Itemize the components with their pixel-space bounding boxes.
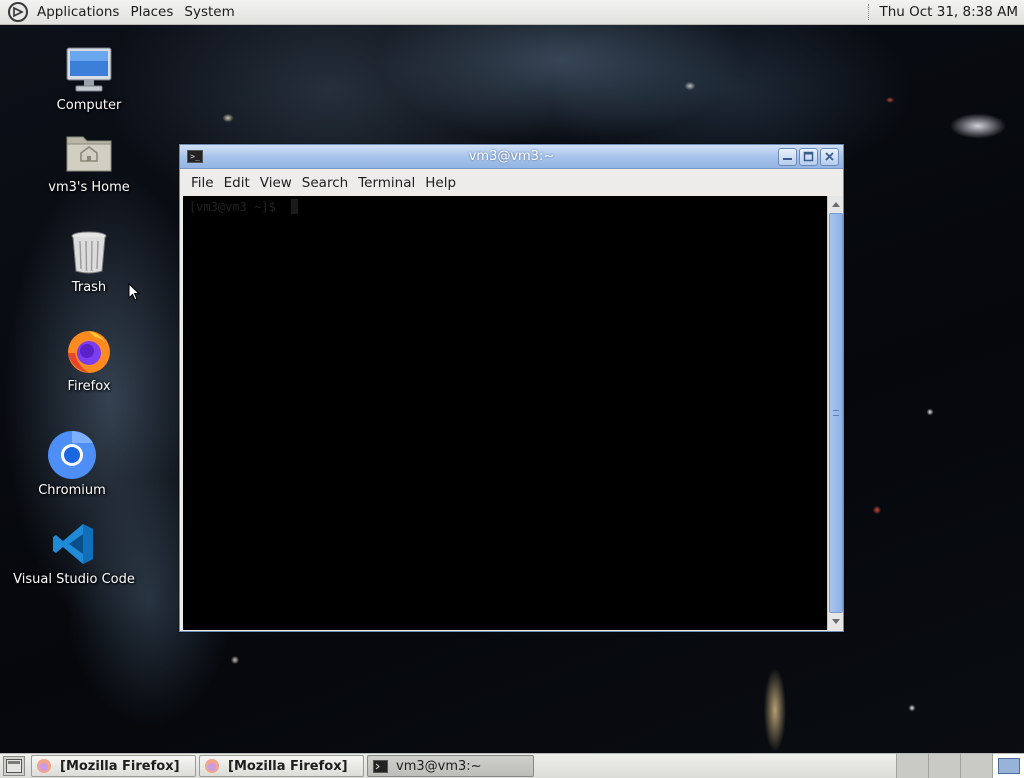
taskbar-item-label: vm3@vm3:~	[396, 758, 482, 774]
menu-file[interactable]: File	[186, 175, 219, 191]
desktop-icon-chromium[interactable]: Chromium	[12, 429, 132, 498]
home-folder-icon	[63, 126, 115, 178]
mouse-pointer-icon	[128, 283, 140, 301]
maximize-button[interactable]	[799, 147, 818, 166]
taskbar-item-label: [Mozilla Firefox]	[228, 758, 348, 774]
desktop-icon-label: Firefox	[67, 379, 111, 394]
menu-terminal[interactable]: Terminal	[353, 175, 420, 191]
applications-logo-icon[interactable]	[8, 2, 28, 22]
workspace-4[interactable]	[992, 754, 1024, 778]
trash-icon	[63, 226, 115, 278]
firefox-icon	[36, 758, 52, 774]
workspace-3[interactable]	[960, 754, 992, 778]
bottom-panel: [Mozilla Firefox] [Mozilla Firefox] vm3@…	[0, 753, 1024, 778]
workspace-1[interactable]	[896, 754, 928, 778]
close-icon	[825, 152, 834, 161]
terminal-menubar: File Edit View Search Terminal Help	[180, 169, 843, 197]
menu-search[interactable]: Search	[297, 175, 353, 191]
desktop-icon-computer[interactable]: Computer	[29, 44, 149, 113]
workspace-switcher	[896, 754, 1024, 778]
desktop-icon-home[interactable]: vm3's Home	[29, 126, 149, 195]
scroll-down-arrow-icon[interactable]	[828, 614, 844, 630]
system-menu[interactable]: System	[180, 0, 238, 25]
applications-menu[interactable]: Applications	[33, 0, 123, 25]
terminal-icon	[372, 758, 388, 774]
desktop-icon-label: Trash	[71, 280, 107, 295]
workspace-2[interactable]	[928, 754, 960, 778]
places-menu[interactable]: Places	[126, 0, 177, 25]
taskbar-item-label: [Mozilla Firefox]	[60, 758, 180, 774]
firefox-icon	[63, 325, 115, 377]
desktop-icon-label: Chromium	[38, 483, 106, 498]
chromium-icon	[46, 429, 98, 481]
desktop-icon-firefox[interactable]: Firefox	[29, 325, 149, 394]
window-title: vm3@vm3:~	[468, 149, 555, 164]
minimize-button[interactable]	[778, 147, 797, 166]
desktop-icon-label: Visual Studio Code	[13, 572, 135, 587]
terminal-scrollbar[interactable]	[827, 196, 843, 630]
taskbar-item-firefox-2[interactable]: [Mozilla Firefox]	[199, 755, 364, 777]
scroll-grip-icon	[833, 410, 839, 416]
maximize-icon	[803, 151, 814, 162]
terminal-cursor	[291, 199, 298, 214]
taskbar-item-firefox-1[interactable]: [Mozilla Firefox]	[31, 755, 196, 777]
close-button[interactable]	[820, 147, 839, 166]
desktop-icon-label: Computer	[56, 98, 122, 113]
vscode-icon	[48, 518, 100, 570]
scroll-thumb[interactable]	[829, 213, 843, 613]
workspace-window-preview	[997, 758, 1020, 774]
panel-separator	[868, 4, 871, 20]
minimize-icon	[783, 158, 792, 160]
terminal-icon[interactable]: >_	[187, 150, 203, 163]
terminal-output-area[interactable]: [vm3@vm3 ~]$	[183, 196, 827, 630]
show-desktop-icon	[6, 759, 22, 773]
computer-icon	[63, 44, 115, 96]
firefox-icon	[204, 758, 220, 774]
show-desktop-button[interactable]	[3, 756, 25, 776]
taskbar-item-terminal[interactable]: vm3@vm3:~	[367, 755, 534, 777]
terminal-prompt: [vm3@vm3 ~]$	[189, 200, 276, 214]
window-titlebar[interactable]: >_ vm3@vm3:~	[180, 145, 843, 169]
desktop-icon-label: vm3's Home	[48, 180, 130, 195]
clock[interactable]: Thu Oct 31, 8:38 AM	[879, 4, 1018, 20]
terminal-window[interactable]: >_ vm3@vm3:~ File Edit View Search Termi…	[179, 144, 844, 632]
top-panel: Applications Places System Thu Oct 31, 8…	[0, 0, 1024, 25]
menu-edit[interactable]: Edit	[219, 175, 255, 191]
menu-view[interactable]: View	[255, 175, 297, 191]
menu-help[interactable]: Help	[420, 175, 461, 191]
desktop-icon-vscode[interactable]: Visual Studio Code	[13, 518, 135, 587]
scroll-up-arrow-icon[interactable]	[828, 196, 844, 212]
